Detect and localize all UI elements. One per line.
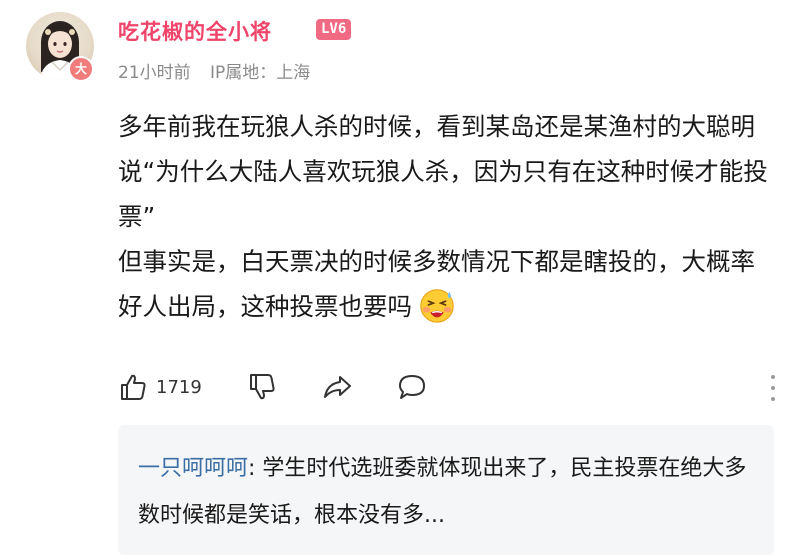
thumbs-down-icon bbox=[250, 374, 275, 400]
more-icon[interactable] bbox=[768, 375, 778, 401]
thumbs-up-icon bbox=[121, 374, 146, 400]
dislike-button[interactable] bbox=[247, 367, 277, 407]
reply-preview[interactable]: 一只呵呵呵: 学生时代选班委就体现出来了，民主投票在绝大多数时候都是笑话，根本没… bbox=[118, 425, 774, 555]
share-button[interactable] bbox=[321, 367, 353, 407]
comment-paragraph-1: 多年前我在玩狼人杀的时候，看到某岛还是某渔村的大聪明说“为什么大陆人喜欢玩狼人杀… bbox=[118, 112, 768, 231]
comment-meta: 21小时前 IP属地：上海 bbox=[118, 58, 324, 83]
reply-separator: : bbox=[248, 456, 263, 481]
ip-location: IP属地：上海 bbox=[210, 63, 311, 83]
level-badge: LV6 bbox=[316, 19, 352, 40]
avatar-badge: 大 bbox=[68, 56, 94, 82]
reply-author[interactable]: 一只呵呵呵 bbox=[138, 456, 248, 481]
comment-paragraph-2: 但事实是，白天票决的时候多数情况下都是瞎投的，大概率好人出局，这种投票也要吗 bbox=[118, 239, 778, 329]
like-button[interactable]: 1719 bbox=[118, 367, 202, 407]
action-bar: 1719 bbox=[118, 367, 778, 407]
share-icon bbox=[324, 376, 351, 398]
comment-icon bbox=[399, 375, 425, 399]
timestamp: 21小时前 bbox=[118, 63, 191, 83]
comment-body: 多年前我在玩狼人杀的时候，看到某岛还是某渔村的大聪明说“为什么大陆人喜欢玩狼人杀… bbox=[118, 104, 778, 329]
comment-card: 大 吃花椒的全小将 LV6 21小时前 IP属地：上海 多年前我在玩狼人杀的时候… bbox=[0, 0, 800, 555]
like-count: 1719 bbox=[156, 376, 202, 398]
reply-content: 一只呵呵呵: 学生时代选班委就体现出来了，民主投票在绝大多数时候都是笑话，根本没… bbox=[138, 445, 758, 539]
reply-button[interactable] bbox=[396, 367, 428, 407]
awkward-sweat-face-emoji-icon bbox=[420, 289, 454, 323]
username[interactable]: 吃花椒的全小将 bbox=[118, 16, 272, 46]
